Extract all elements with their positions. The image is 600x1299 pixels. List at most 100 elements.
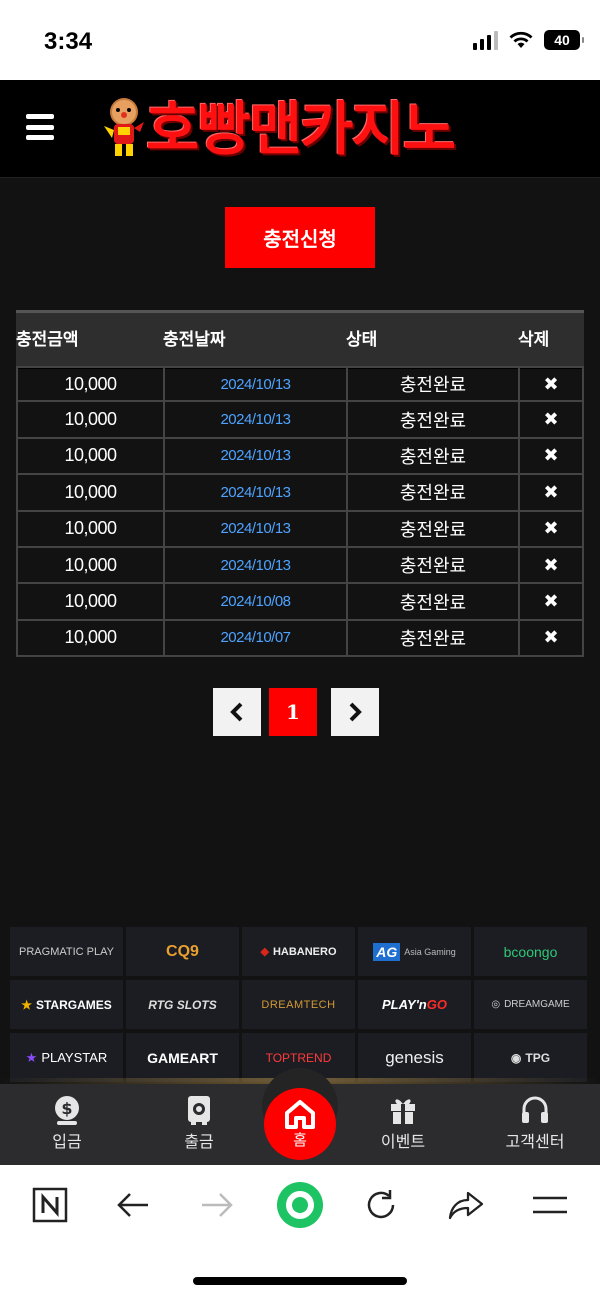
date-cell[interactable]: 2024/10/13: [163, 475, 346, 510]
chevron-left-icon: [230, 702, 243, 722]
battery-icon: 40: [544, 30, 584, 50]
table-row: 10,000 2024/10/13 충전완료 ✖: [16, 438, 584, 476]
provider-playngo-label-a: PLAY'n: [382, 997, 427, 1012]
nav-home-label: 홈: [293, 1130, 307, 1149]
delete-icon[interactable]: ✖: [518, 402, 584, 437]
date-cell[interactable]: 2024/10/13: [163, 547, 346, 583]
browser-toolbar: [0, 1165, 600, 1299]
provider-gameart-label: GAMEART: [147, 1049, 218, 1066]
delete-icon[interactable]: ✖: [518, 584, 584, 619]
nav-support[interactable]: 고객센터: [490, 1094, 580, 1152]
provider-booongo-label: bcoongo: [503, 943, 558, 960]
status-time: 3:34: [44, 28, 93, 55]
table-row: 10,000 2024/10/13 충전완료 ✖: [16, 366, 584, 403]
table-row: 10,000 2024/10/13 충전완료 ✖: [16, 402, 584, 439]
star-icon: ★: [25, 1049, 38, 1065]
provider-ag-label: Asia Gaming: [404, 946, 456, 957]
status-cell: 충전완료: [346, 511, 518, 546]
provider-dreamgame[interactable]: ◎ DREAMGAME: [474, 980, 587, 1029]
status-icons: 40: [473, 30, 584, 50]
next-page-button[interactable]: [331, 688, 379, 736]
delete-icon[interactable]: ✖: [518, 620, 584, 656]
forward-arrow-icon[interactable]: [200, 1185, 234, 1225]
back-arrow-icon[interactable]: [116, 1185, 150, 1225]
amount-cell: 10,000: [16, 620, 163, 656]
dreamgame-logo-icon: ◎: [491, 999, 501, 1010]
mascot-logo-icon: [104, 98, 144, 156]
provider-tpg-label: TPG: [525, 1050, 551, 1065]
provider-gameart[interactable]: GAMEART: [126, 1033, 239, 1082]
browser-menu-icon[interactable]: [532, 1185, 568, 1225]
date-cell[interactable]: 2024/10/13: [163, 438, 346, 474]
provider-pragmatic-label: PRAGMATIC PLAY: [19, 945, 114, 958]
provider-genesis[interactable]: genesis: [358, 1033, 471, 1082]
nav-withdraw-label: 출금: [184, 1132, 214, 1151]
provider-stargames-label: STARGAMES: [35, 997, 112, 1012]
status-cell: 충전완료: [346, 402, 518, 437]
provider-habanero-label: HABANERO: [272, 945, 337, 958]
status-cell: 충전완료: [346, 620, 518, 656]
table-row: 10,000 2024/10/08 충전완료 ✖: [16, 584, 584, 621]
provider-playstar[interactable]: ★ PLAYSTAR: [10, 1033, 123, 1082]
nav-deposit[interactable]: $ 입금: [22, 1094, 112, 1152]
status-cell: 충전완료: [346, 475, 518, 510]
provider-dreamgame-label: DREAMGAME: [504, 999, 570, 1010]
table-row: 10,000 2024/10/13 충전완료 ✖: [16, 511, 584, 548]
svg-text:$: $: [61, 1099, 72, 1118]
date-cell[interactable]: 2024/10/13: [163, 511, 346, 546]
provider-tpg[interactable]: ◉ TPG: [474, 1033, 587, 1082]
provider-rtg-slots[interactable]: RTG SLOTS: [126, 980, 239, 1029]
naver-n-icon[interactable]: [32, 1185, 68, 1225]
provider-cq9-label: CQ9: [166, 942, 199, 960]
delete-icon[interactable]: ✖: [518, 438, 584, 474]
amount-cell: 10,000: [16, 547, 163, 583]
charge-request-button[interactable]: 충전신청: [225, 207, 375, 268]
delete-icon[interactable]: ✖: [518, 511, 584, 546]
delete-icon[interactable]: ✖: [518, 368, 584, 401]
delete-icon[interactable]: ✖: [518, 475, 584, 510]
home-indicator: [193, 1277, 407, 1285]
date-cell[interactable]: 2024/10/07: [163, 620, 346, 656]
gift-icon: [386, 1094, 420, 1126]
provider-booongo[interactable]: bcoongo: [474, 927, 587, 976]
provider-ag-mark: AG: [373, 942, 401, 961]
nav-event[interactable]: 이벤트: [358, 1094, 448, 1152]
provider-asia-gaming[interactable]: AG Asia Gaming: [358, 927, 471, 976]
nav-support-label: 고객센터: [505, 1132, 565, 1151]
provider-pragmatic-play[interactable]: PRAGMATIC PLAY: [10, 927, 123, 976]
date-cell[interactable]: 2024/10/13: [163, 402, 346, 437]
status-bar: 3:34 40: [0, 0, 600, 80]
provider-cq9[interactable]: CQ9: [126, 927, 239, 976]
table-header: 충전금액 충전날짜 상태 삭제: [16, 310, 584, 366]
column-header-status: 상태: [346, 330, 378, 350]
signal-icon: [473, 30, 498, 50]
site-header: 호빵맨카지노: [0, 80, 600, 178]
share-icon[interactable]: [448, 1185, 484, 1225]
menu-icon[interactable]: [26, 114, 54, 140]
provider-playngo[interactable]: PLAY'n GO: [358, 980, 471, 1029]
status-cell: 충전완료: [346, 368, 518, 401]
charge-history-table: 10,000 2024/10/13 충전완료 ✖ 10,000 2024/10/…: [16, 366, 584, 658]
main-content: 충전신청 충전금액 충전날짜 상태 삭제 10,000 2024/10/13 충…: [0, 178, 600, 1088]
page-1-button[interactable]: 1: [269, 688, 317, 736]
provider-toptrend-label: TOPTREND: [265, 1050, 332, 1065]
reload-icon[interactable]: [364, 1185, 398, 1225]
provider-rtg-label: RTG SLOTS: [148, 997, 217, 1012]
wifi-icon: [509, 31, 533, 48]
delete-icon[interactable]: ✖: [518, 547, 584, 583]
provider-dreamtech[interactable]: DREAMTECH: [242, 980, 355, 1029]
naver-green-home-icon[interactable]: [276, 1181, 324, 1229]
amount-cell: 10,000: [16, 511, 163, 546]
table-row: 10,000 2024/10/13 충전완료 ✖: [16, 547, 584, 585]
provider-habanero[interactable]: ◆ HABANERO: [242, 927, 355, 976]
status-cell: 충전완료: [346, 438, 518, 474]
provider-stargames[interactable]: ★ STARGAMES: [10, 980, 123, 1029]
prev-page-button[interactable]: [213, 688, 261, 736]
site-logo-text[interactable]: 호빵맨카지노: [146, 96, 456, 162]
amount-cell: 10,000: [16, 475, 163, 510]
nav-home-button[interactable]: 홈: [264, 1088, 336, 1160]
status-cell: 충전완료: [346, 547, 518, 583]
date-cell[interactable]: 2024/10/13: [163, 368, 346, 401]
nav-withdraw[interactable]: 출금: [154, 1094, 244, 1152]
date-cell[interactable]: 2024/10/08: [163, 584, 346, 619]
